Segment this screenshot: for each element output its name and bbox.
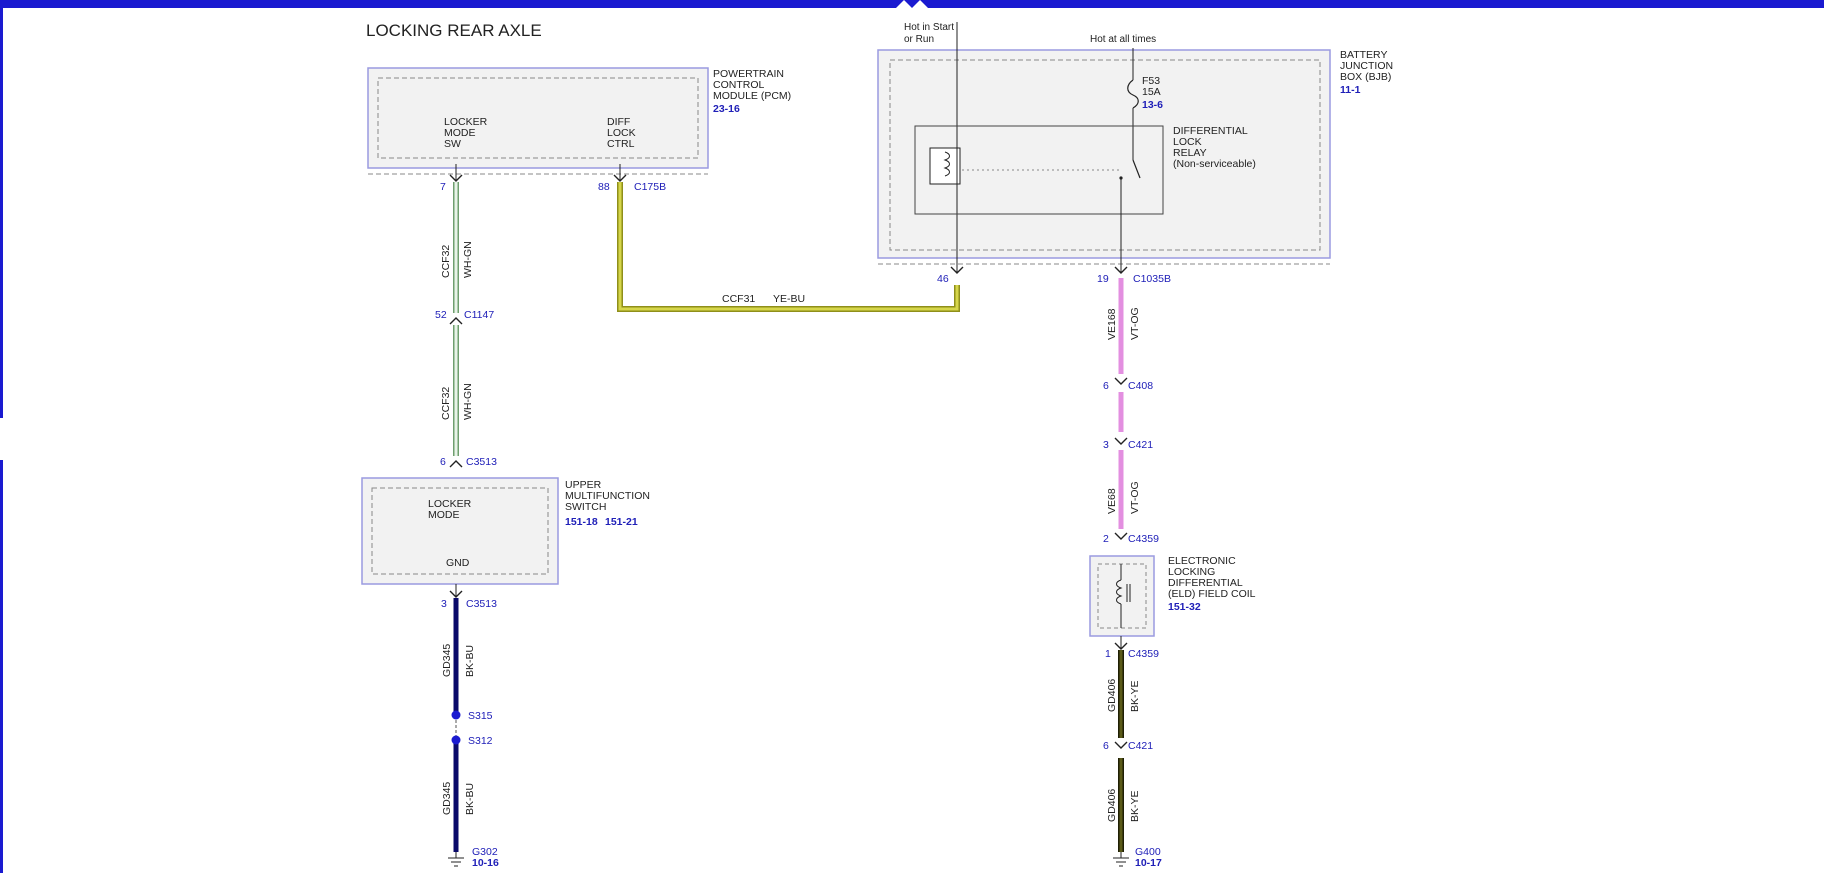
hot-all-times-label: Hot at all times: [1090, 34, 1156, 45]
bjb-pin-right-number: 19: [1097, 273, 1109, 285]
c408-connector-label[interactable]: C408: [1128, 380, 1153, 392]
fuse-label-line2: 15A: [1142, 86, 1161, 98]
fuse-ref-link[interactable]: 13-6: [1142, 99, 1163, 111]
bjb-connector-label[interactable]: C1035B: [1133, 273, 1171, 285]
switch-ref-link-1[interactable]: 151-18: [565, 516, 598, 528]
ground-g400-icon: [1113, 852, 1129, 867]
bjb-pin-left-number: 46: [937, 273, 949, 285]
hot-start-run-line2: or Run: [904, 34, 934, 45]
wire-gd406-circuit-label-1: GD406: [1106, 679, 1118, 712]
splice-s315-label[interactable]: S315: [468, 710, 493, 722]
splice-s312-label[interactable]: S312: [468, 735, 493, 747]
pcm-pin-left-number: 7: [440, 181, 446, 193]
wire-gd406-circuit-label-2: GD406: [1106, 789, 1118, 822]
left-frame-edge-bottom: [0, 460, 3, 873]
c3513-top-pin-number: 6: [440, 456, 446, 468]
switch-ref-link-2[interactable]: 151-21: [605, 516, 638, 528]
bjb-name-line3: BOX (BJB): [1340, 71, 1391, 83]
pcm-connector-label[interactable]: C175B: [634, 181, 666, 193]
c4359-bottom-pin-number: 1: [1105, 648, 1111, 660]
c4359-top-connector-label[interactable]: C4359: [1128, 533, 1159, 545]
wire-gd345-color-label-2: BK-BU: [464, 783, 476, 815]
top-frame-bar: [0, 0, 1824, 8]
c421-top-chevron: [1114, 437, 1128, 445]
c4359-top-pin-number: 2: [1103, 533, 1109, 545]
wire-ve168-color-label: VT-OG: [1129, 307, 1141, 340]
pcm-pin-locker-line3: SW: [444, 138, 461, 150]
eld-name-line4: (ELD) FIELD COIL: [1168, 588, 1256, 600]
relay-name-line4: (Non-serviceable): [1173, 158, 1256, 170]
c408-chevron: [1114, 377, 1128, 385]
c408-pin-number: 6: [1103, 380, 1109, 392]
ground-g302-ref-link[interactable]: 10-16: [472, 857, 499, 869]
c421-bottom-connector-label[interactable]: C421: [1128, 740, 1153, 752]
wire-ccf32-circuit-label-2: CCF32: [440, 387, 452, 420]
c421-bottom-chevron: [1114, 741, 1128, 749]
c421-top-connector-label[interactable]: C421: [1128, 439, 1153, 451]
ground-g302-icon: [448, 852, 464, 867]
wire-gd345-color-label-1: BK-BU: [464, 645, 476, 677]
ground-g400-ref-link[interactable]: 10-17: [1135, 857, 1162, 869]
pcm-outer-box: [367, 67, 709, 169]
wire-gd345-circuit-label-2: GD345: [441, 782, 453, 815]
wire-ccf32-color-label-1: WH-GN: [462, 241, 474, 278]
c3513-top-chevron: [449, 460, 463, 468]
pcm-ref-link[interactable]: 23-16: [713, 103, 740, 115]
wire-ve168-circuit-label: VE168: [1106, 308, 1118, 340]
switch-pin-gnd: GND: [446, 557, 470, 569]
c3513-top-connector-label[interactable]: C3513: [466, 456, 497, 468]
wire-ccf32-circuit-label-1: CCF32: [440, 245, 452, 278]
wire-ve68-circuit-label: VE68: [1106, 488, 1118, 514]
c3513-bottom-connector-label[interactable]: C3513: [466, 598, 497, 610]
wire-ccf31-circuit-label: CCF31: [722, 293, 755, 305]
wire-gd406-color-label-2: BK-YE: [1129, 790, 1141, 822]
left-frame-edge-top: [0, 8, 3, 418]
diagram-title: LOCKING REAR AXLE: [366, 21, 542, 40]
wire-ccf32-color-label-2: WH-GN: [462, 383, 474, 420]
c421-top-pin-number: 3: [1103, 439, 1109, 451]
c1147-chevron: [449, 317, 463, 325]
switch-name-line3: SWITCH: [565, 501, 606, 513]
pcm-name-line3: MODULE (PCM): [713, 90, 791, 102]
c3513-bottom-pin-number: 3: [441, 598, 447, 610]
eld-ref-link[interactable]: 151-32: [1168, 601, 1201, 613]
wire-ve68-color-label: VT-OG: [1129, 481, 1141, 514]
splice-s315-dot: [451, 710, 461, 720]
switch-pin-locker-line2: MODE: [428, 509, 460, 521]
wire-ccf31-color-label: YE-BU: [773, 293, 805, 305]
wire-gd406-color-label-1: BK-YE: [1129, 680, 1141, 712]
relay-coil-box: [929, 147, 961, 185]
c1147-connector-label[interactable]: C1147: [464, 309, 494, 321]
upper-multifunction-switch[interactable]: LOCKER MODE GND: [361, 477, 559, 585]
eld-field-coil[interactable]: [1089, 555, 1155, 637]
splice-s312-dot: [451, 735, 461, 745]
pcm-pin-right-number: 88: [598, 181, 610, 193]
pcm-pin-diff-line3: CTRL: [607, 138, 635, 150]
wire-gd345-circuit-label-1: GD345: [441, 644, 453, 677]
c421-bottom-pin-number: 6: [1103, 740, 1109, 752]
c4359-bottom-connector-label[interactable]: C4359: [1128, 648, 1159, 660]
wiring-diagram: LOCKING REAR AXLE LOCKER MODE SW DIFF LO…: [0, 0, 1824, 873]
c4359-top-chevron: [1114, 532, 1128, 540]
hot-start-run-line1: Hot in Start: [904, 22, 954, 33]
pcm-module[interactable]: LOCKER MODE SW DIFF LOCK CTRL: [367, 67, 709, 175]
bjb-ref-link[interactable]: 11-1: [1340, 84, 1361, 96]
c1147-pin-number: 52: [435, 309, 447, 321]
